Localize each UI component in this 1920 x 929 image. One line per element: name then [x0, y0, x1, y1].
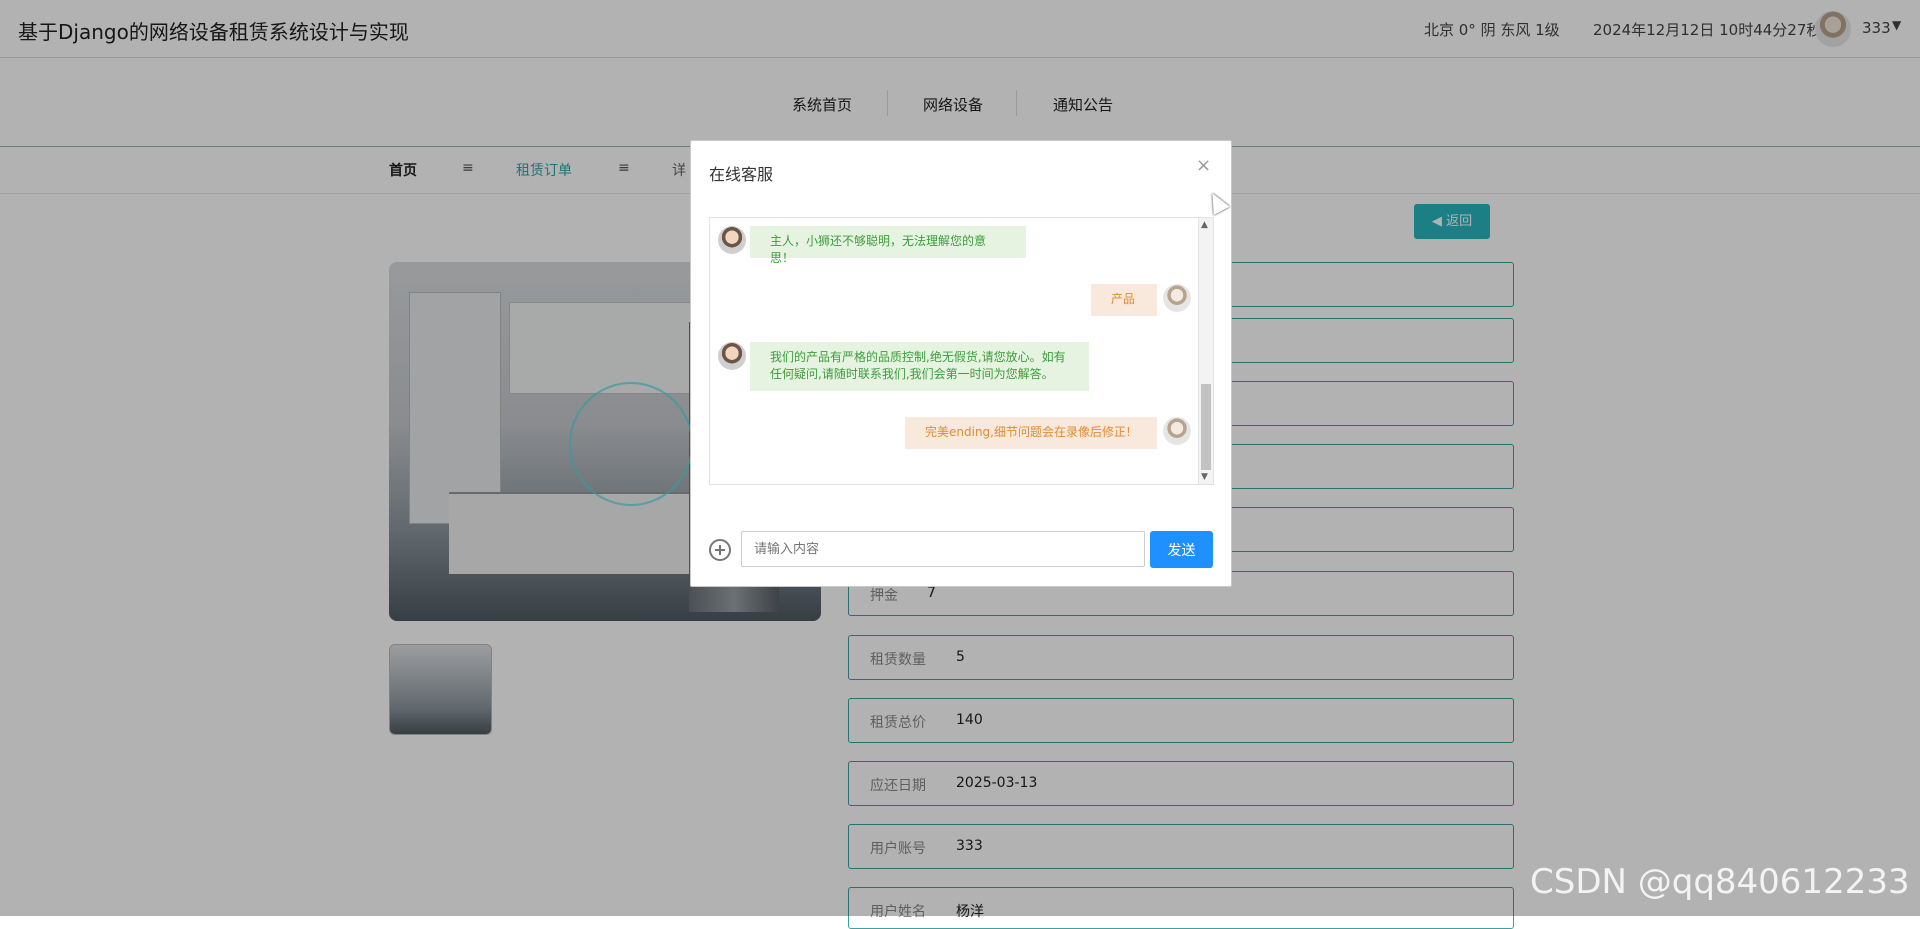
- send-button[interactable]: 发送: [1150, 531, 1213, 568]
- scroll-down-icon[interactable]: ▼: [1201, 472, 1208, 482]
- add-attachment-icon[interactable]: [709, 539, 731, 561]
- chat-bubble-user: 产品: [1091, 284, 1157, 316]
- message-text: 任何疑问,请随时联系我们,我们会第一时间为您解答。: [770, 367, 1054, 381]
- message-text: 完美ending,细节问题会在录像后修正!: [925, 425, 1131, 439]
- user-avatar: [1163, 284, 1191, 312]
- message-text: 主人，小狮还不够聪明，无法理解您的意思！: [770, 234, 987, 265]
- close-icon[interactable]: ×: [1196, 155, 1211, 176]
- message-text: 产品: [1111, 292, 1136, 306]
- scroll-up-icon[interactable]: ▲: [1201, 220, 1208, 230]
- bot-avatar: [718, 342, 746, 370]
- chat-scrollbar[interactable]: ▲ ▼: [1198, 218, 1213, 484]
- message-text: 我们的产品有严格的品质控制,绝无假货,请您放心。如有: [770, 350, 1066, 364]
- bot-avatar: [718, 226, 746, 254]
- chat-dialog: 在线客服 × 主人，小狮还不够聪明，无法理解您的意思！ 产品 我们的产品有严格的…: [690, 140, 1232, 587]
- watermark: CSDN @qq840612233: [1530, 862, 1910, 902]
- chat-message-list[interactable]: 主人，小狮还不够聪明，无法理解您的意思！ 产品 我们的产品有严格的品质控制,绝无…: [709, 217, 1214, 485]
- chat-input[interactable]: [741, 531, 1145, 567]
- scrollbar-thumb[interactable]: [1201, 384, 1211, 470]
- user-avatar: [1163, 417, 1191, 445]
- chat-bubble-bot: 主人，小狮还不够聪明，无法理解您的意思！: [750, 226, 1026, 265]
- dialog-title: 在线客服: [709, 165, 774, 184]
- chat-bubble-user: 完美ending,细节问题会在录像后修正!: [905, 417, 1157, 449]
- chat-bubble-bot: 我们的产品有严格的品质控制,绝无假货,请您放心。如有 任何疑问,请随时联系我们,…: [750, 342, 1089, 391]
